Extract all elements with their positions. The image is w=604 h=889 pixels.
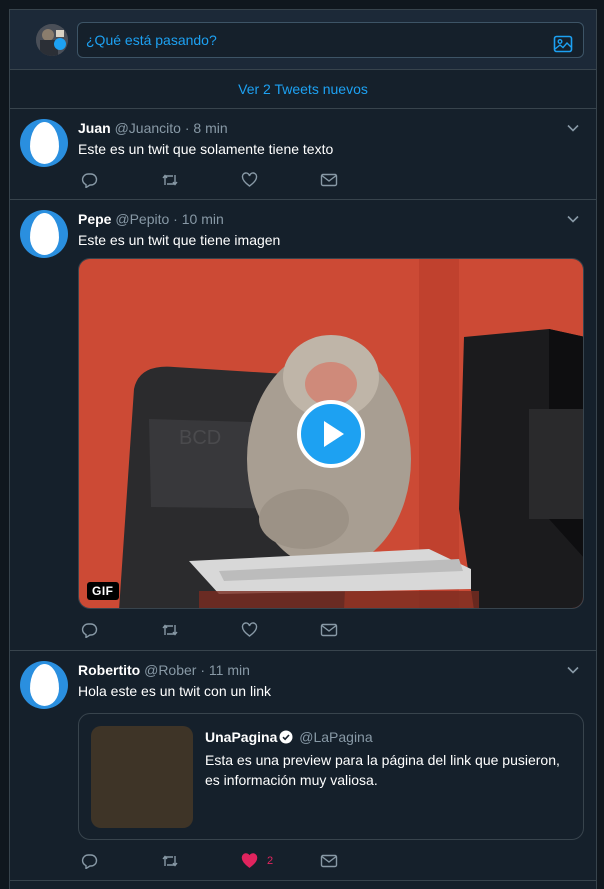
tweet-text: Este es un twit que solamente tiene text…	[78, 141, 334, 157]
author-name[interactable]: Robertito	[78, 662, 140, 678]
timestamp[interactable]: 8 min	[193, 120, 227, 136]
tweet-actions: 2	[78, 840, 580, 886]
tweet-text: Este es un twit que tiene imagen	[78, 232, 281, 248]
user-avatar[interactable]	[36, 24, 68, 56]
image-icon[interactable]	[553, 31, 573, 53]
tweet[interactable]: Pepe @Pepito · 10 min Este es un twit qu…	[10, 200, 596, 651]
heart-icon[interactable]: 2	[241, 852, 273, 870]
author-name[interactable]: Juan	[78, 120, 111, 136]
message-icon[interactable]	[320, 852, 338, 870]
tweet[interactable]: Robertito @Rober · 11 min Hola este es u…	[10, 651, 596, 881]
svg-text:BCD: BCD	[179, 427, 221, 449]
tweet-actions	[78, 159, 580, 205]
tweet-header: Robertito @Rober · 11 min	[78, 661, 580, 681]
tweet-header: Pepe @Pepito · 10 min	[78, 210, 580, 230]
reply-icon[interactable]	[81, 171, 98, 189]
timeline: ¿Qué está pasando? Ver 2 Tweets nuevos J…	[9, 9, 597, 889]
tweet-actions	[78, 609, 580, 655]
tweet-header: Juan @Juancito · 8 min	[78, 119, 580, 139]
link-thumbnail	[91, 726, 193, 828]
heart-icon[interactable]	[241, 171, 258, 189]
avatar[interactable]	[20, 210, 68, 258]
message-icon[interactable]	[320, 171, 338, 189]
timestamp[interactable]: 11 min	[209, 662, 250, 678]
compose-box: ¿Qué está pasando?	[10, 10, 596, 70]
gif-media[interactable]: BCD GIF	[78, 258, 584, 609]
message-icon[interactable]	[320, 621, 338, 639]
separator: ·	[184, 120, 190, 136]
gif-badge: GIF	[87, 582, 119, 600]
separator: ·	[200, 662, 206, 678]
timestamp[interactable]: 10 min	[182, 211, 224, 227]
author-name[interactable]: Pepe	[78, 211, 111, 227]
reply-icon[interactable]	[81, 852, 98, 870]
retweet-icon[interactable]	[161, 621, 179, 639]
like-count: 2	[267, 855, 274, 867]
link-site-handle: @LaPagina	[299, 729, 373, 745]
reply-icon[interactable]	[81, 621, 98, 639]
retweet-icon[interactable]	[161, 852, 179, 870]
play-icon	[324, 421, 344, 447]
link-description: Esta es una preview para la página del l…	[205, 752, 560, 788]
author-handle[interactable]: @Rober	[144, 662, 196, 678]
play-button[interactable]	[297, 400, 365, 468]
chevron-down-icon[interactable]	[566, 212, 580, 226]
author-handle[interactable]: @Juancito	[115, 120, 181, 136]
link-site-name: UnaPagina	[205, 729, 278, 745]
chevron-down-icon[interactable]	[566, 121, 580, 135]
retweet-icon[interactable]	[161, 171, 179, 189]
separator: ·	[173, 211, 178, 227]
avatar[interactable]	[20, 661, 68, 709]
new-tweets-button[interactable]: Ver 2 Tweets nuevos	[10, 70, 596, 109]
link-preview-card[interactable]: UnaPagina @LaPagina Esta es una preview …	[78, 713, 584, 840]
author-handle[interactable]: @Pepito	[115, 211, 169, 227]
compose-placeholder: ¿Qué está pasando?	[86, 32, 217, 48]
heart-icon[interactable]	[241, 621, 258, 639]
compose-input[interactable]: ¿Qué está pasando?	[77, 22, 584, 58]
tweet[interactable]: Juan @Juancito · 8 min Este es un twit q…	[10, 109, 596, 200]
verified-icon	[279, 730, 293, 744]
tweet-text: Hola este es un twit con un link	[78, 683, 271, 699]
avatar[interactable]	[20, 119, 68, 167]
chevron-down-icon[interactable]	[566, 663, 580, 677]
